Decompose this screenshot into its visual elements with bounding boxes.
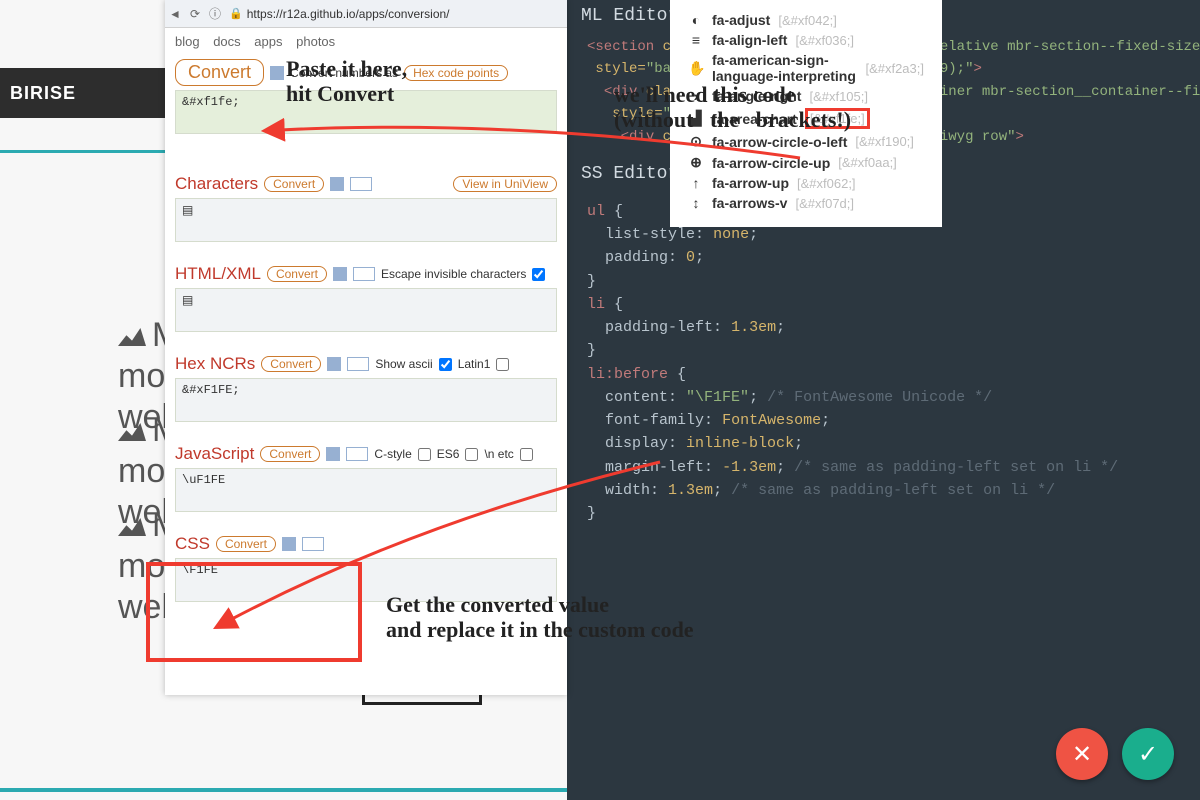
fa-code: [&#xf2a3;] [865,61,924,76]
mobirise-brand: BIRISE [0,68,165,118]
page-icon[interactable] [302,537,324,551]
fa-row[interactable]: ≡ fa-align-left [&#xf036;] [688,30,924,50]
fa-name: fa-arrow-up [712,175,789,191]
cstyle-checkbox[interactable] [418,448,431,461]
fa-name: fa-arrow-circle-up [712,155,830,171]
nav-photos[interactable]: photos [296,34,335,49]
view-uniview-button[interactable]: View in UniView [453,176,557,192]
hex-code-points-mode[interactable]: Hex code points [404,65,508,81]
area-chart-icon [118,518,146,536]
fa-name: fa-arrow-circle-o-left [712,134,847,150]
fa-adjust-icon: ◐ [688,12,704,28]
annotation-get-value: Get the converted value and replace it i… [386,592,694,643]
fa-name: fa-align-left [712,32,787,48]
copy-icon[interactable] [270,66,284,80]
area-chart-icon [118,423,146,441]
escape-label: Escape invisible characters [381,267,526,281]
nav-apps[interactable]: apps [254,34,282,49]
fa-row[interactable]: ↑ fa-arrow-up [&#xf062;] [688,173,924,193]
fa-arrow-circle-up-icon: ⊕ [688,154,704,171]
htmlxml-title: HTML/XML [175,264,261,284]
fa-row[interactable]: ✋ fa-american-sign-language-interpreting [… [688,50,924,86]
javascript-section: JavaScript Convert C-style ES6 \n etc \u… [175,444,557,512]
fa-code: [&#xf07d;] [795,196,854,211]
lock-icon: 🔒 [225,7,247,20]
fa-asl-icon: ✋ [688,60,704,77]
fa-name: fa-adjust [712,12,770,28]
page-icon[interactable] [346,447,368,461]
url-text[interactable]: https://r12a.github.io/apps/conversion/ [247,7,567,21]
showascii-checkbox[interactable] [439,358,452,371]
fa-arrows-v-icon: ↕ [688,195,704,211]
copy-icon[interactable] [326,447,340,461]
fa-row[interactable]: ↕ fa-arrows-v [&#xf07d;] [688,193,924,213]
convert-button[interactable]: Convert [175,59,264,86]
netc-checkbox[interactable] [520,448,533,461]
fa-arrow-circle-o-left-icon: ⊙ [688,133,704,150]
fa-code: [&#xf190;] [855,134,914,149]
page-icon[interactable] [353,267,375,281]
css-title: CSS [175,534,210,554]
fa-align-left-icon: ≡ [688,32,704,48]
page-icon[interactable] [347,357,369,371]
hexncr-section: Hex NCRs Convert Show ascii Latin1 &#xF1… [175,354,557,422]
fa-code: [&#xf0aa;] [838,155,897,170]
fa-row[interactable]: ⊕ fa-arrow-circle-up [&#xf0aa;] [688,152,924,173]
hexncr-output[interactable]: &#xF1FE; [175,378,557,422]
characters-section: Characters Convert View in UniView ▤ [175,174,557,242]
fa-arrow-up-icon: ↑ [688,175,704,191]
fa-name: fa-arrows-v [712,195,787,211]
characters-output[interactable]: ▤ [175,198,557,242]
latin1-label: Latin1 [458,357,491,371]
htmlxml-convert-button[interactable]: Convert [267,266,327,282]
refresh-button[interactable]: ⟳ [185,7,205,21]
fa-name: fa-american-sign-language-interpreting [712,52,857,84]
htmlxml-section: HTML/XML Convert Escape invisible charac… [175,264,557,332]
fa-row[interactable]: ◐ fa-adjust [&#xf042;] [688,10,924,30]
copy-icon[interactable] [330,177,344,191]
area-chart-icon [118,328,146,346]
es6-checkbox[interactable] [465,448,478,461]
nav-docs[interactable]: docs [213,34,240,49]
confirm-fab[interactable]: ✓ [1122,728,1174,780]
showascii-label: Show ascii [375,357,432,371]
copy-icon[interactable] [282,537,296,551]
cstyle-label: C-style [374,447,411,461]
annotation-need-code: we'll need this code (without the bracke… [614,82,851,133]
copy-icon[interactable] [327,357,341,371]
netc-label: \n etc [484,447,513,461]
page-icon[interactable] [350,177,372,191]
fa-code: [&#xf036;] [795,33,854,48]
converter-page: blog docs apps photos Convert Convert nu… [165,28,567,628]
annotation-paste: Paste it here, hit Convert [286,56,407,107]
annotation-box-css [146,562,362,662]
characters-convert-button[interactable]: Convert [264,176,324,192]
css-convert-button[interactable]: Convert [216,536,276,552]
fa-code: [&#xf042;] [778,13,837,28]
javascript-title: JavaScript [175,444,254,464]
hexncr-title: Hex NCRs [175,354,255,374]
escape-invisible-checkbox[interactable] [532,268,545,281]
latin1-checkbox[interactable] [496,358,509,371]
htmlxml-output[interactable]: ▤ [175,288,557,332]
hexncr-convert-button[interactable]: Convert [261,356,321,372]
nav-blog[interactable]: blog [175,34,200,49]
info-icon[interactable]: ⓘ [205,5,225,22]
characters-title: Characters [175,174,258,194]
fa-row[interactable]: ⊙ fa-arrow-circle-o-left [&#xf190;] [688,131,924,152]
javascript-convert-button[interactable]: Convert [260,446,320,462]
javascript-output[interactable]: \uF1FE [175,468,557,512]
css-code-block[interactable]: ul { list-style: none; padding: 0; } li … [567,190,1200,536]
site-nav: blog docs apps photos [175,32,557,59]
copy-icon[interactable] [333,267,347,281]
es6-label: ES6 [437,447,460,461]
fa-code: [&#xf062;] [797,176,856,191]
back-button[interactable]: ◄ [165,7,185,21]
cancel-fab[interactable]: ✕ [1056,728,1108,780]
address-bar: ◄ ⟳ ⓘ 🔒 https://r12a.github.io/apps/conv… [165,0,567,28]
